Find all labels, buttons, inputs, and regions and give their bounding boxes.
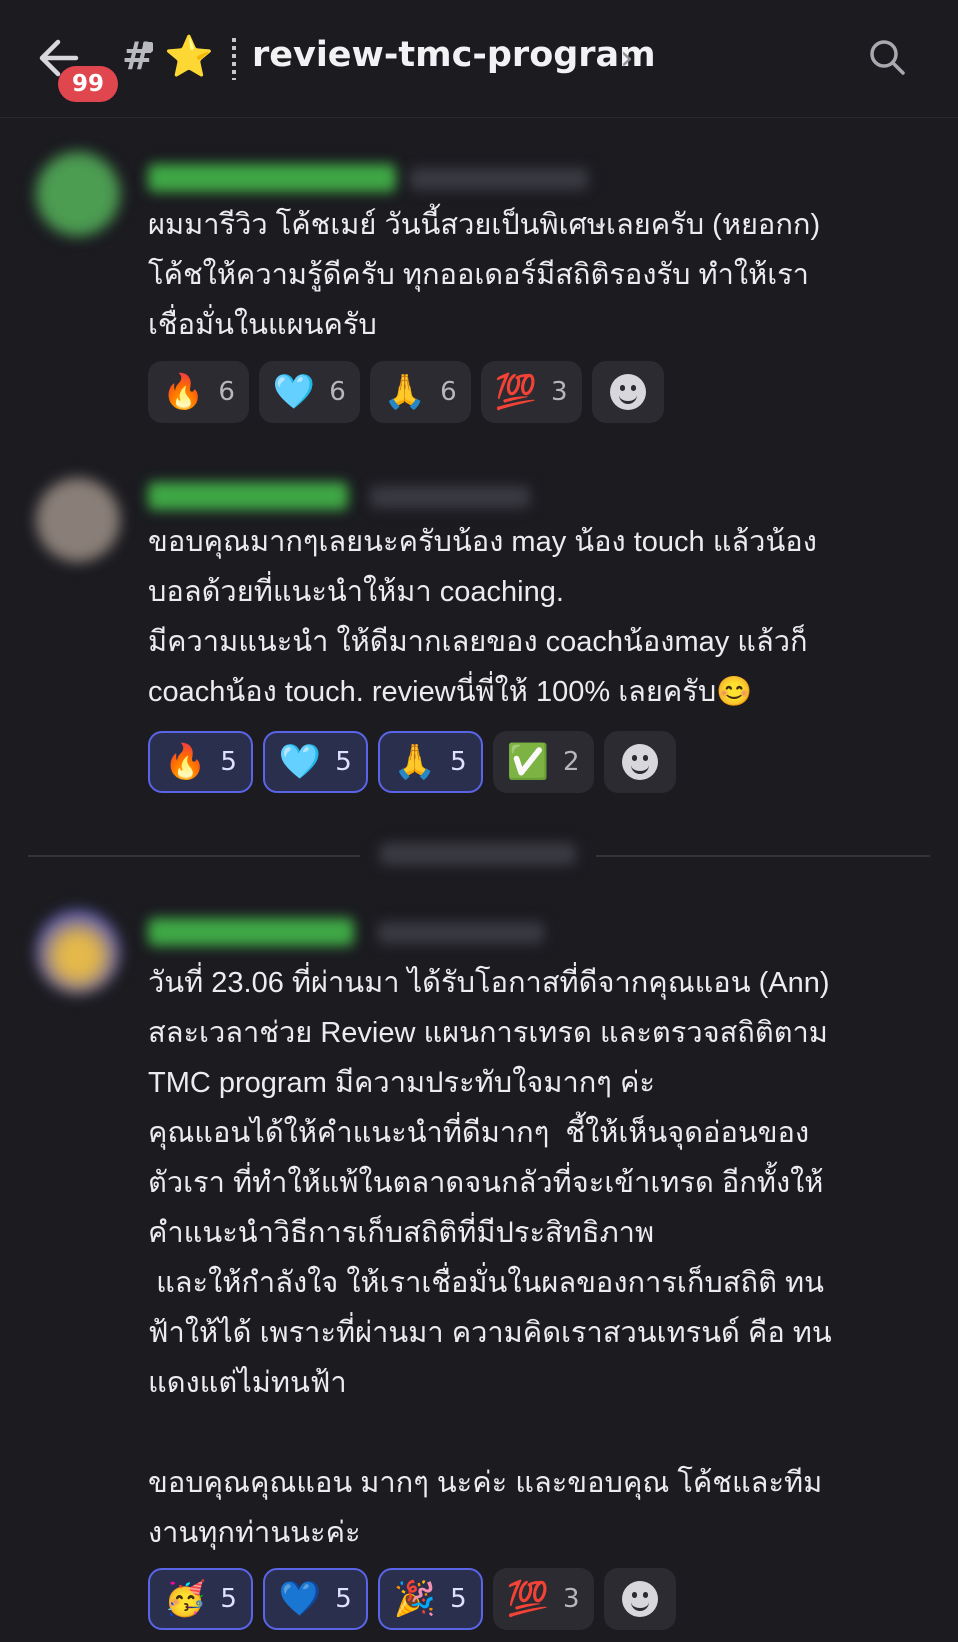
smiley-icon [609,374,646,410]
reaction-heart[interactable]: 🩵 6 [258,361,360,423]
reaction-fire[interactable]: 🔥 5 [148,731,253,793]
reaction-pray[interactable]: 🙏 6 [369,361,471,423]
unread-badge: 99 [58,66,118,102]
date-divider-label [360,843,596,869]
message-text: ขอบคุณมากๆเลยนะครับน้อง may น้อง touch แ… [148,526,817,708]
add-reaction-button[interactable] [603,731,676,793]
hash-icon: # [122,34,154,78]
timestamp [378,922,544,944]
username[interactable] [148,918,354,946]
search-icon[interactable] [868,38,906,76]
smiley-icon [621,1581,658,1617]
separator [232,38,236,80]
reaction-blue-heart[interactable]: 💙 5 [262,1568,368,1630]
timestamp [410,168,588,190]
lock-icon [143,42,153,52]
reaction-bar: 🥳 5 💙 5 🎉 5 💯 3 [148,1568,676,1630]
username[interactable] [148,164,396,192]
channel-name[interactable]: review-tmc-program [252,35,656,75]
message-text: วันที่ 23.06 ที่ผ่านมา ได้รับโอกาสที่ดีจ… [148,967,832,1549]
message-text: ผมมารีวิว โค้ชเมย์ วันนี้สวยเป็นพิเศษเลย… [148,209,821,341]
avatar[interactable] [36,478,120,562]
reaction-100[interactable]: 💯 3 [480,361,582,423]
reaction-check[interactable]: ✅ 2 [492,731,594,793]
reaction-bar: 🔥 6 🩵 6 🙏 6 💯 3 [148,361,664,423]
add-reaction-button[interactable] [591,361,664,423]
reaction-100[interactable]: 💯 3 [492,1568,594,1630]
add-reaction-button[interactable] [603,1568,676,1630]
reaction-party-face[interactable]: 🥳 5 [148,1568,253,1630]
username[interactable] [148,482,348,510]
timestamp [370,486,530,508]
avatar[interactable] [36,152,120,236]
reaction-bar: 🔥 5 🩵 5 🙏 5 ✅ 2 [148,731,676,793]
channel-header: 99 # ⭐ review-tmc-program › [0,0,958,118]
avatar[interactable] [36,910,120,994]
reaction-fire[interactable]: 🔥 6 [148,361,249,423]
smiley-icon [621,744,658,780]
reaction-pray[interactable]: 🙏 5 [377,731,483,793]
reaction-heart[interactable]: 🩵 5 [262,731,368,793]
star-icon: ⭐ [164,34,214,80]
chevron-right-icon[interactable]: › [620,38,634,78]
reaction-party-popper[interactable]: 🎉 5 [377,1568,483,1630]
